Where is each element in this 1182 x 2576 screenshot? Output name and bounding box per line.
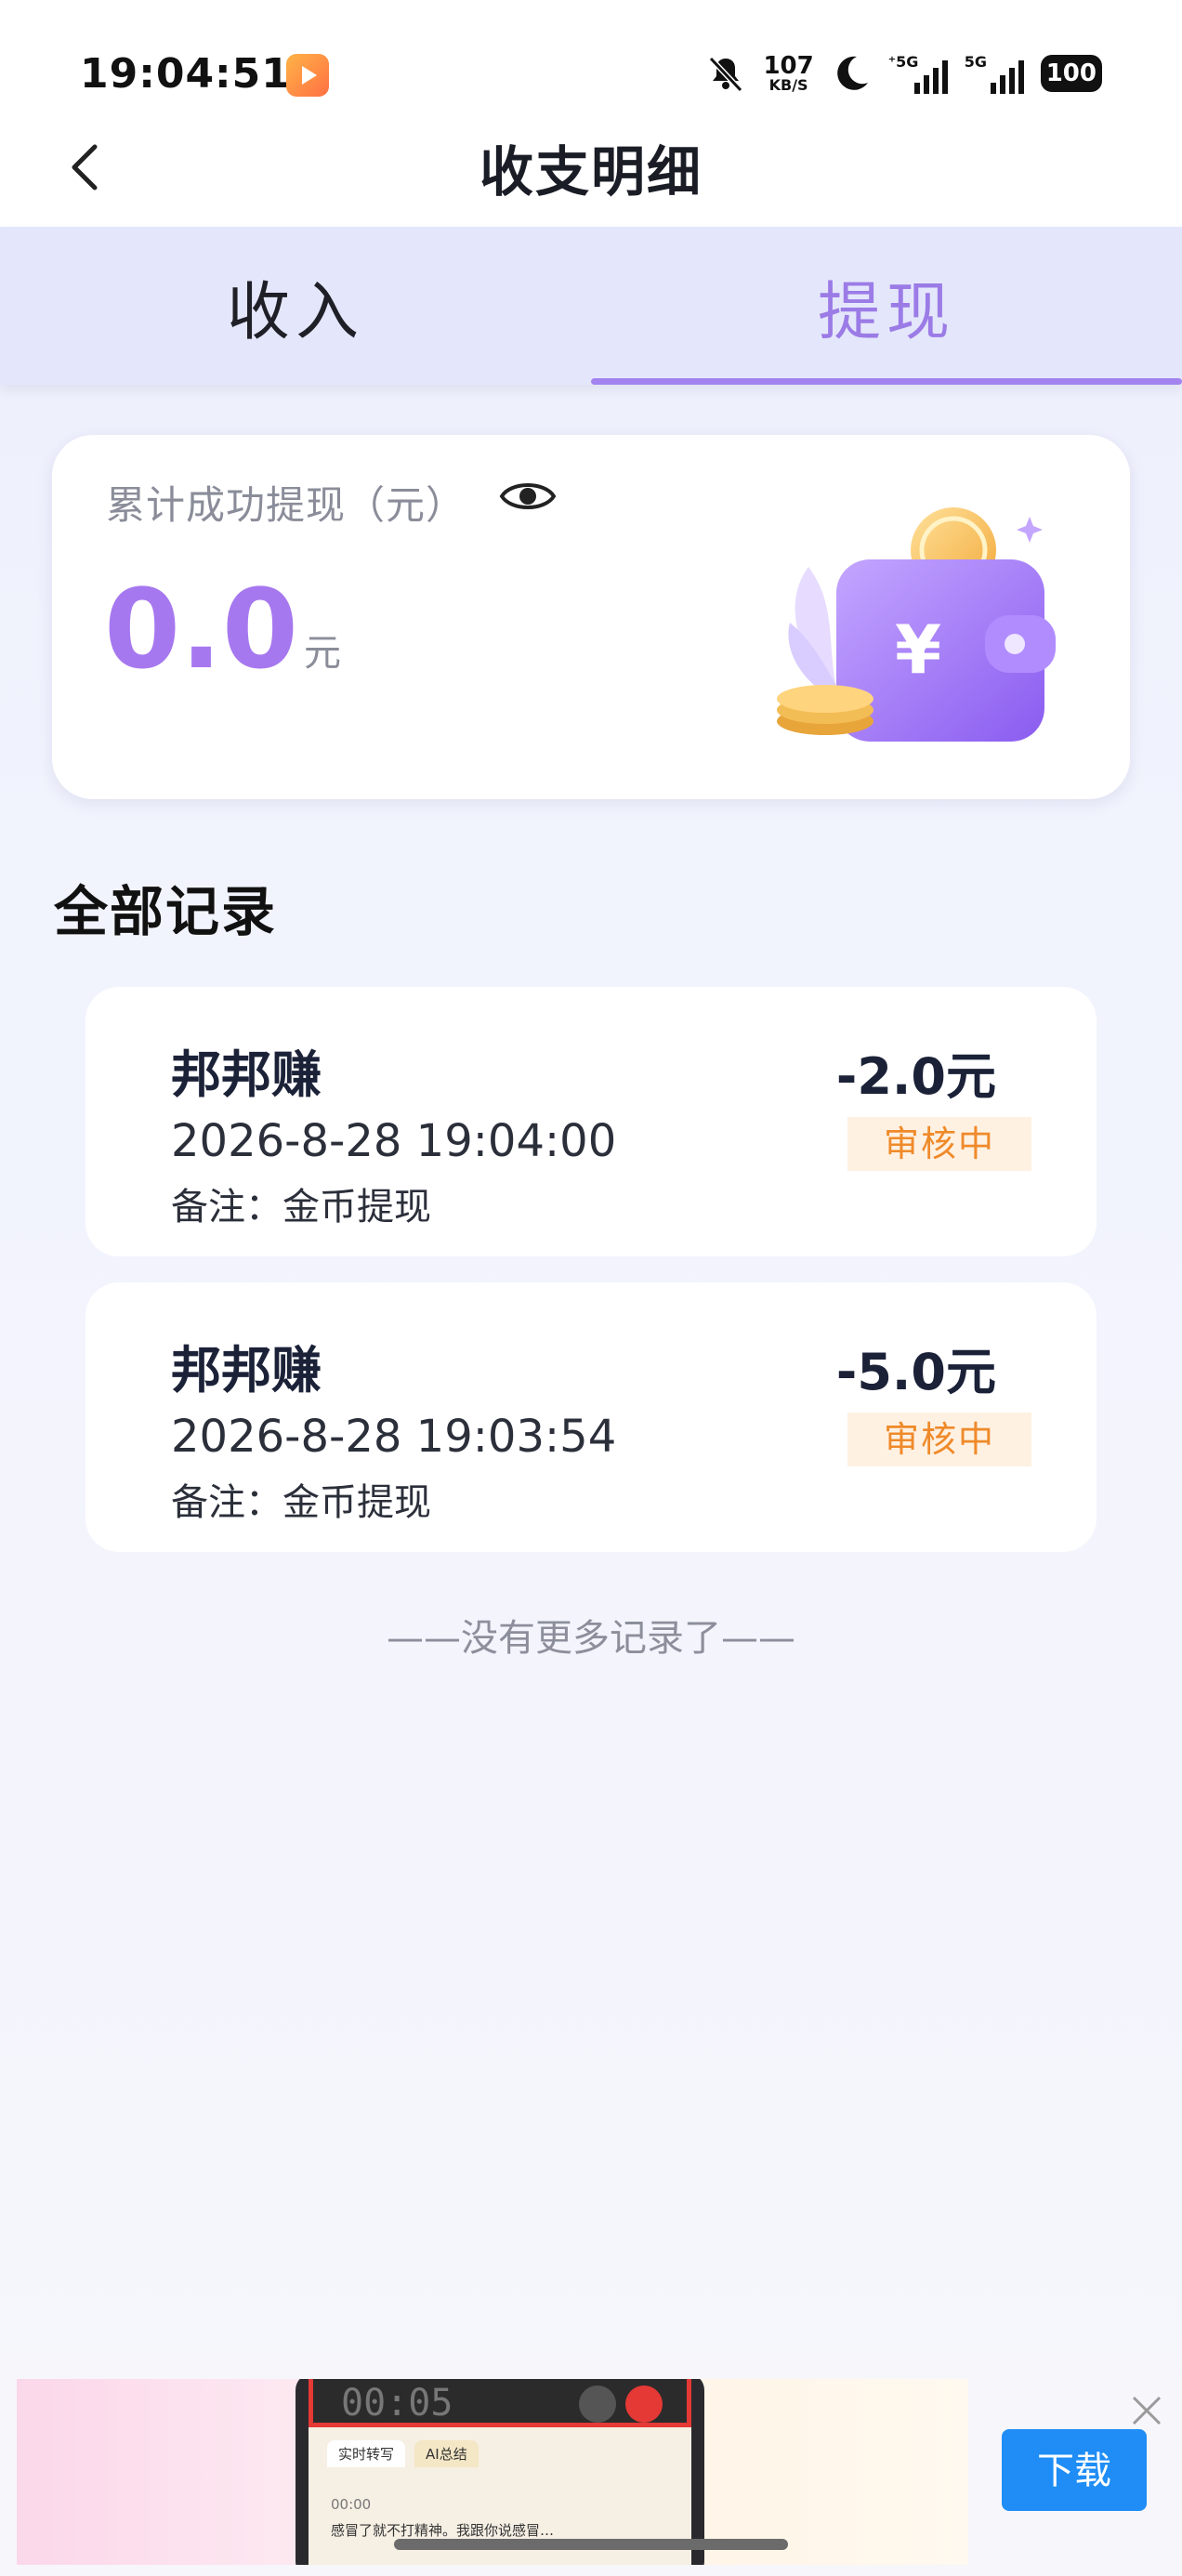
stop-icon xyxy=(625,2385,663,2423)
ad-tab-transcribe: 实时转写 xyxy=(327,2440,406,2467)
record-amount: -5.0元 xyxy=(835,1343,996,1401)
signal-icon: ⁺5G xyxy=(888,53,948,94)
status-icons: 107 KB/S ⁺5G 5G 100 xyxy=(705,50,1102,97)
signal-icon-2: 5G xyxy=(965,53,1024,94)
ad-phone-screen: 00:05 实时转写 AI总结 00:00 感冒了就不打精神。我跟你说感冒… xyxy=(309,2379,691,2565)
record-time: 2026-8-28 19:03:54 xyxy=(171,1411,617,1463)
net-speed: 107 KB/S xyxy=(763,54,813,93)
ad-text-timestamp: 00:00 xyxy=(331,2496,372,2513)
page-title: 收支明细 xyxy=(479,140,703,204)
ad-tab-summary: AI总结 xyxy=(414,2440,479,2467)
ad-text-line: 感冒了就不打精神。我跟你说感冒… xyxy=(331,2522,555,2539)
ad-recording-time: 00:05 xyxy=(341,2382,453,2425)
amount-unit: 元 xyxy=(304,632,342,675)
status-bar: 19:04:51 107 KB/S ⁺5G 5G 100 xyxy=(0,0,1182,130)
amount-value: 0.0 xyxy=(104,565,299,693)
summary-amount: 0.0 元 xyxy=(104,574,341,684)
record-name: 邦邦赚 xyxy=(171,1045,322,1104)
tab-bar: 收入 提现 xyxy=(0,227,1182,385)
mute-bell-icon xyxy=(709,56,743,93)
tab-withdraw[interactable]: 提现 xyxy=(591,227,1182,385)
battery-icon: 100 xyxy=(1040,55,1102,92)
no-more-records: ——没有更多记录了—— xyxy=(387,1617,795,1660)
summary-label: 累计成功提现（元） xyxy=(106,482,466,528)
record-item[interactable]: 邦邦赚 2026-8-28 19:04:00 备注：金币提现 -2.0元 审核中 xyxy=(85,987,1097,1256)
signal-2-tag: 5G xyxy=(964,53,987,71)
app-badge-icon xyxy=(286,54,329,97)
record-item[interactable]: 邦邦赚 2026-8-28 19:03:54 备注：金币提现 -5.0元 审核中 xyxy=(85,1282,1097,1552)
ad-recording-bar: 00:05 xyxy=(309,2379,691,2427)
download-button[interactable]: 下载 xyxy=(1002,2429,1147,2511)
ad-phone-image: 00:05 实时转写 AI总结 00:00 感冒了就不打精神。我跟你说感冒… xyxy=(296,2379,704,2565)
record-note: 备注：金币提现 xyxy=(171,1186,431,1229)
wallet-illustration: ¥ xyxy=(777,507,1056,742)
ad-tabs: 实时转写 AI总结 xyxy=(327,2440,479,2467)
pause-icon xyxy=(579,2385,616,2423)
record-amount: -2.0元 xyxy=(835,1047,996,1106)
moon-icon xyxy=(836,56,868,90)
net-speed-value: 107 xyxy=(763,52,814,80)
record-note: 备注：金币提现 xyxy=(171,1481,431,1524)
home-indicator[interactable] xyxy=(394,2539,788,2550)
status-badge: 审核中 xyxy=(847,1117,1031,1171)
net-speed-unit: KB/S xyxy=(768,76,808,94)
ad-banner[interactable]: 00:05 实时转写 AI总结 00:00 感冒了就不打精神。我跟你说感冒… xyxy=(17,2379,968,2565)
nav-bar: 收支明细 xyxy=(0,112,1182,227)
close-icon[interactable] xyxy=(1126,2390,1167,2431)
records-title: 全部记录 xyxy=(54,880,278,943)
record-name: 邦邦赚 xyxy=(171,1341,322,1400)
record-time: 2026-8-28 19:04:00 xyxy=(171,1115,617,1167)
tab-income[interactable]: 收入 xyxy=(0,227,591,385)
status-time: 19:04:51 xyxy=(80,50,291,98)
status-badge: 审核中 xyxy=(847,1413,1031,1466)
svg-text:¥: ¥ xyxy=(895,611,941,689)
summary-card: 累计成功提现（元） 0.0 元 ¥ xyxy=(52,435,1130,799)
eye-icon[interactable] xyxy=(498,476,558,517)
